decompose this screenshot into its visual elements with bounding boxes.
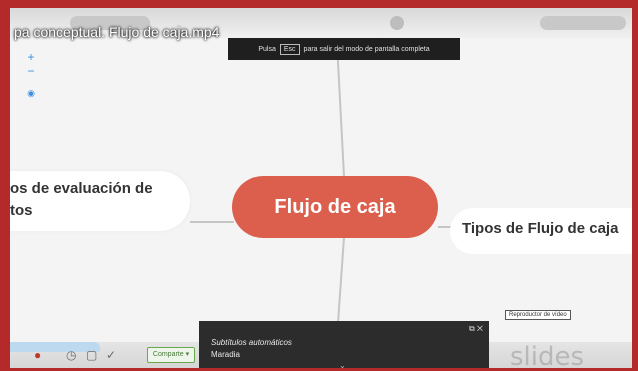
subtitles-controls-icon[interactable]: ⧉ ✕ (469, 324, 483, 334)
subtitles-text: Maradia (211, 350, 240, 359)
check-icon[interactable]: ✓ (106, 348, 116, 362)
center-view-icon[interactable]: ◉ (22, 86, 40, 100)
window-frame: pa conceptual. Flujo de caja.mp4 Pulsa E… (0, 0, 638, 371)
mindmap-node-left-label: os de evaluación de tos (10, 178, 153, 222)
video-title: pa conceptual. Flujo de caja.mp4 (14, 24, 220, 40)
subtitles-header: Subtítulos automáticos (211, 338, 292, 347)
video-player[interactable]: pa conceptual. Flujo de caja.mp4 Pulsa E… (10, 8, 632, 368)
banner-text-after: para salir del modo de pantalla completa (303, 45, 430, 53)
fullscreen-exit-banner: Pulsa Esc para salir del modo de pantall… (228, 38, 460, 60)
comment-icon[interactable]: ▢ (86, 348, 97, 362)
left-label-line1: os de evaluación de (10, 180, 153, 197)
connector-left (190, 221, 234, 223)
left-label-line2: tos (10, 202, 33, 219)
zoom-in-icon[interactable]: + (22, 50, 40, 64)
zoom-out-icon[interactable]: − (22, 64, 40, 78)
video-player-tooltip: Reproductor de vídeo (505, 310, 571, 320)
slides-watermark: slides (510, 342, 585, 368)
chevron-down-icon[interactable]: ⌄ (339, 361, 346, 368)
toolbar-button[interactable] (390, 16, 404, 30)
connector-bottom (337, 238, 345, 322)
banner-text-before: Pulsa (258, 45, 276, 53)
connector-top (336, 60, 346, 178)
history-icon[interactable]: ◷ (66, 348, 76, 362)
esc-key: Esc (279, 43, 300, 55)
center-node-label: Flujo de caja (274, 195, 396, 218)
mindmap-center-node[interactable]: Flujo de caja (232, 176, 438, 238)
zoom-controls: + − ◉ (22, 50, 40, 100)
record-icon[interactable]: ● (34, 348, 41, 362)
mindmap-node-right-label: Tipos de Flujo de caja (462, 220, 619, 237)
subtitles-panel: ⧉ ✕ Subtítulos automáticos Maradia ⌄ (199, 321, 489, 368)
share-button[interactable]: Comparte ▾ (147, 347, 195, 363)
address-pill[interactable] (540, 16, 626, 30)
